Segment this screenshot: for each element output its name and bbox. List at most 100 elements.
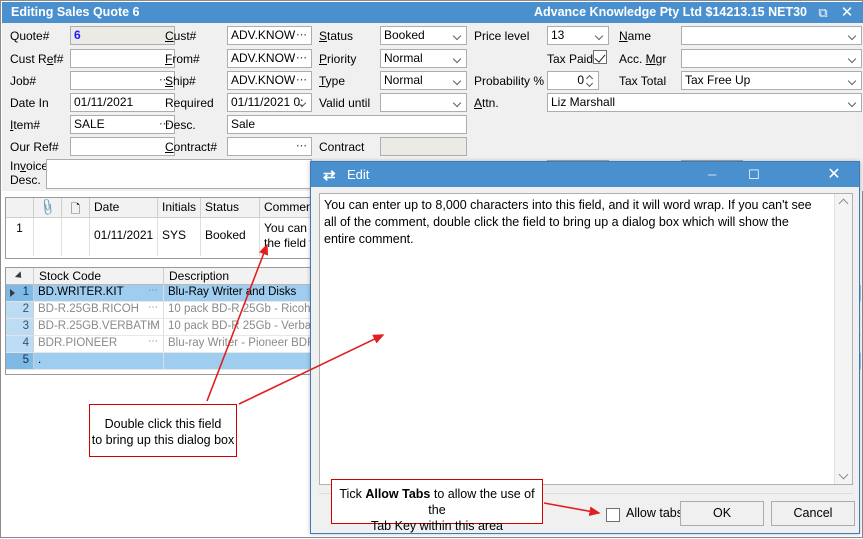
lookup-icon[interactable]: ⋯ (148, 319, 159, 330)
valid-until-label: Valid until (319, 96, 370, 110)
edit-dialog-titlebar[interactable]: ⇄ Edit – ☐ ✕ (311, 162, 859, 187)
ok-button[interactable]: OK (680, 501, 764, 526)
restore-icon[interactable]: ⧉ (813, 4, 833, 22)
comment-textarea[interactable]: You can enter up to 8,000 characters int… (319, 193, 853, 485)
type-label: Type (319, 74, 345, 88)
type-field[interactable]: Normal (380, 71, 467, 90)
job-no-field[interactable]: ⋯ (70, 71, 175, 90)
lookup-icon[interactable]: ⋯ (148, 285, 159, 296)
allow-tabs-label: Allow tabs (626, 506, 683, 520)
cust-no-lookup-icon[interactable]: ⋯ (296, 28, 308, 43)
select-all-icon[interactable] (6, 268, 34, 285)
lookup-icon[interactable]: ⋯ (148, 302, 159, 313)
from-no-lookup-icon[interactable]: ⋯ (296, 51, 308, 66)
comment-grid-header-rownum (6, 198, 34, 218)
tax-total-field[interactable]: Tax Free Up (681, 71, 862, 90)
chevron-down-icon[interactable] (846, 94, 859, 111)
chevron-down-icon[interactable] (451, 50, 464, 67)
table-cell-initials[interactable]: SYS (158, 218, 201, 256)
item-no-field[interactable]: SALE⋯ (70, 115, 175, 134)
required-field[interactable]: 01/11/2021 0: (227, 93, 312, 112)
close-icon[interactable]: ✕ (837, 4, 857, 22)
main-window: Editing Sales Quote 6 Advance Knowledge … (0, 0, 863, 538)
cell-stock-code[interactable]: BD.WRITER.KIT⋯ (34, 285, 164, 302)
date-in-field[interactable]: 01/11/2021 (70, 93, 175, 112)
main-titlebar: Editing Sales Quote 6 Advance Knowledge … (2, 2, 863, 23)
row-number: 4 (6, 336, 34, 353)
valid-until-field[interactable] (380, 93, 467, 112)
tax-paid-label: Tax Paid (547, 52, 593, 66)
quote-no-field[interactable]: 6 (70, 26, 175, 45)
quote-no-label: Quote# (10, 29, 49, 43)
row-number: 2 (6, 302, 34, 319)
comment-grid-header-status[interactable]: Status (201, 198, 260, 218)
chevron-down-icon[interactable] (451, 94, 464, 111)
chevron-down-icon[interactable] (593, 27, 606, 44)
invoice-desc-label: Invoice (10, 159, 48, 173)
allow-tabs-checkbox[interactable] (606, 508, 620, 522)
table-cell-status[interactable]: Booked (201, 218, 260, 256)
callout-double-click: Double click this field to bring up this… (89, 404, 237, 457)
table-cell-date[interactable]: 01/11/2021 (90, 218, 158, 256)
callout-allow-tabs: Tick Allow Tabs to allow the use of the … (331, 479, 543, 524)
table-cell-attachment[interactable] (34, 218, 62, 256)
probability-field[interactable]: 0 (547, 71, 599, 90)
close-icon[interactable]: ✕ (813, 162, 855, 187)
job-no-label: Job# (10, 74, 36, 88)
maximize-icon[interactable]: ☐ (733, 162, 775, 187)
tax-paid-checkbox[interactable] (593, 50, 607, 64)
from-no-field[interactable]: ADV.KNOW⋯ (227, 49, 312, 68)
attn-field[interactable]: Liz Marshall (547, 93, 862, 112)
edit-swap-icon: ⇄ (323, 166, 336, 184)
ship-no-label: Ship# (165, 74, 196, 88)
our-ref-field[interactable] (70, 137, 175, 156)
table-cell-note[interactable] (62, 218, 90, 256)
row-number: 3 (6, 319, 34, 336)
price-level-field[interactable]: 13 (547, 26, 609, 45)
edit-dialog-title: Edit (347, 167, 369, 182)
price-level-label: Price level (474, 29, 529, 43)
scroll-up-icon[interactable] (835, 194, 852, 211)
cancel-button[interactable]: Cancel (771, 501, 855, 526)
stock-grid-header-code[interactable]: Stock Code (34, 268, 164, 285)
comment-grid-header-date[interactable]: Date (90, 198, 158, 218)
date-in-label: Date In (10, 96, 49, 110)
probability-label: Probability % (474, 74, 544, 88)
contract-label: Contract (319, 140, 364, 154)
cell-stock-code[interactable]: BD-R.25GB.RICOH⋯ (34, 302, 164, 319)
cell-stock-code[interactable]: BD-R.25GB.VERBATIM⋯ (34, 319, 164, 336)
chevron-down-icon[interactable] (846, 72, 859, 89)
contract-no-lookup-icon[interactable]: ⋯ (296, 139, 308, 154)
comment-text: You can enter up to 8,000 characters int… (324, 197, 819, 248)
callout2-prefix: Tick (339, 487, 365, 501)
contract-no-field[interactable]: ⋯ (227, 137, 312, 156)
chevron-down-icon[interactable] (296, 94, 309, 111)
minimize-icon[interactable]: – (691, 162, 733, 187)
cust-no-field[interactable]: ADV.KNOW⋯ (227, 26, 312, 45)
chevron-down-icon[interactable] (451, 72, 464, 89)
desc-label: Desc. (165, 118, 196, 132)
ship-no-lookup-icon[interactable]: ⋯ (296, 73, 308, 88)
cell-stock-code[interactable]: . (34, 353, 164, 370)
acc-mgr-field[interactable] (681, 49, 862, 68)
lookup-icon[interactable]: ⋯ (148, 336, 159, 347)
vertical-scrollbar[interactable] (834, 194, 852, 484)
comment-grid-header-initials[interactable]: Initials (158, 198, 201, 218)
ship-no-field[interactable]: ADV.KNOW⋯ (227, 71, 312, 90)
priority-field[interactable]: Normal (380, 49, 467, 68)
status-field[interactable]: Booked (380, 26, 467, 45)
name-label: Name (619, 29, 651, 43)
table-row-number: 1 (6, 218, 34, 256)
cell-stock-code[interactable]: BDR.PIONEER⋯ (34, 336, 164, 353)
chevron-down-icon[interactable] (846, 27, 859, 44)
acc-mgr-label: Acc. Mgr (619, 52, 666, 66)
invoice-desc-field[interactable] (46, 159, 312, 189)
spinner-icon[interactable] (586, 73, 595, 89)
scroll-down-icon[interactable] (835, 467, 852, 484)
contract-field[interactable] (380, 137, 467, 156)
chevron-down-icon[interactable] (846, 50, 859, 67)
cust-ref-field[interactable] (70, 49, 175, 68)
desc-field[interactable]: Sale (227, 115, 467, 134)
name-field[interactable] (681, 26, 862, 45)
chevron-down-icon[interactable] (451, 27, 464, 44)
